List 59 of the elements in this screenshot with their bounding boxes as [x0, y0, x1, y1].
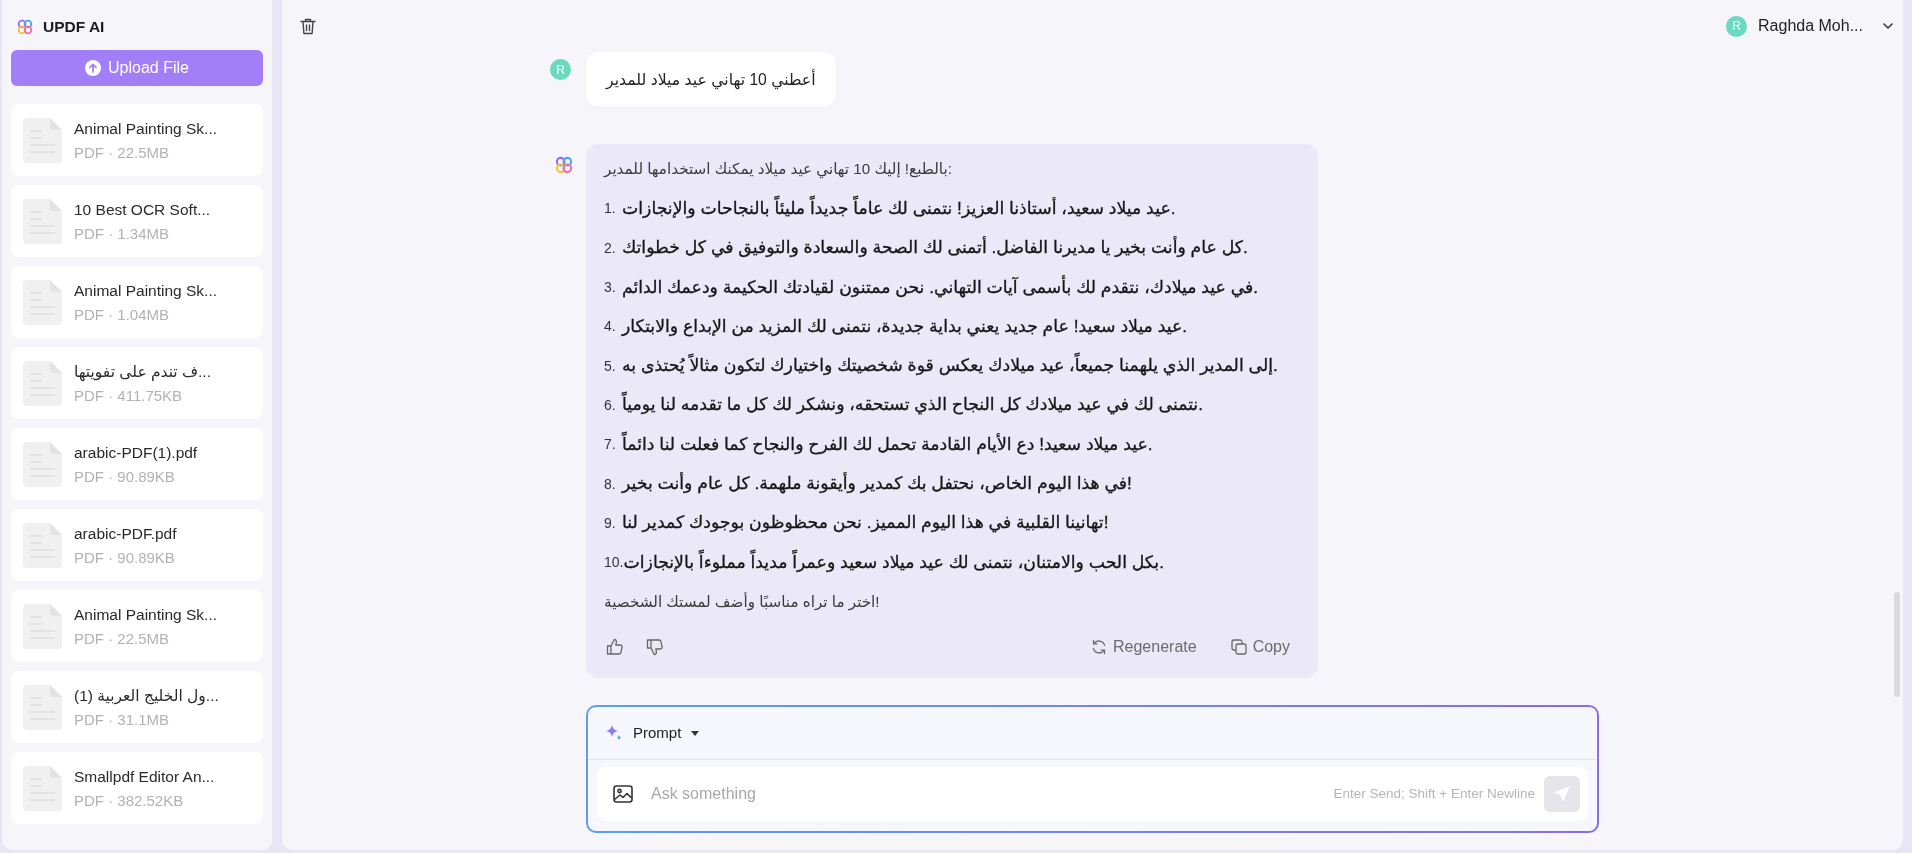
document-icon [23, 279, 62, 325]
regenerate-button[interactable]: Regenerate [1091, 634, 1197, 659]
sparkle-icon [605, 724, 623, 742]
file-card[interactable]: arabic-PDF(1).pdf PDF · 90.89KB [11, 428, 263, 500]
file-meta: PDF · 1.04MB [74, 305, 171, 324]
shortcut-hint: Enter Send; Shift + Enter Newline [1333, 784, 1535, 803]
caret-icon [691, 730, 700, 736]
document-icon [23, 198, 62, 244]
response-intro: بالطبع! إليك 10 تهاني عيد ميلاد يمكنك استخدامها للمدير: [604, 159, 953, 181]
user-message: أعطني 10 تهاني عيد ميلاد للمدير [586, 52, 836, 107]
response-outro: اختر ما تراه مناسبًا وأضف لمستك الشخصية! [604, 591, 881, 613]
file-name: arabic-PDF.pdf [74, 523, 177, 543]
document-icon [23, 765, 62, 811]
copy-icon [1230, 638, 1247, 655]
document-icon [23, 684, 62, 730]
file-meta: PDF · 31.1MB [74, 710, 171, 729]
file-name: ف تندم على تفويتها... [74, 361, 211, 381]
ask-field[interactable]: Ask something [651, 779, 1316, 809]
copy-button[interactable]: Copy [1230, 634, 1290, 659]
chevron-down-icon[interactable] [1883, 23, 1893, 29]
file-name: ول الخليج العربية (1)... [74, 685, 219, 705]
user-avatar: R [550, 59, 571, 80]
file-card[interactable]: 10 Best OCR Soft... PDF · 1.34MB [11, 185, 263, 257]
file-name: Animal Painting Sk... [74, 604, 217, 624]
thumbs-up-icon[interactable] [606, 637, 624, 656]
thumbs-down-icon[interactable] [646, 637, 664, 656]
file-meta: PDF · 90.89KB [74, 467, 176, 486]
file-name: Animal Painting Sk... [74, 118, 217, 138]
file-card[interactable]: Animal Painting Sk... PDF · 22.5MB [11, 104, 263, 176]
file-name: arabic-PDF(1).pdf [74, 442, 198, 462]
file-card[interactable]: Animal Painting Sk... PDF · 22.5MB [11, 590, 263, 662]
file-meta: PDF · 22.5MB [74, 143, 171, 162]
document-icon [23, 522, 62, 568]
app-title: UPDF AI [43, 17, 105, 38]
file-name: 10 Best OCR Soft... [74, 199, 211, 219]
refresh-icon [1091, 638, 1107, 655]
file-meta: PDF · 90.89KB [74, 548, 176, 567]
scrollbar-thumb[interactable] [1894, 592, 1900, 697]
file-meta: PDF · 1.34MB [74, 224, 171, 243]
file-name: Animal Painting Sk... [74, 280, 217, 300]
file-card[interactable]: Smallpdf Editor An... PDF · 382.52KB [11, 752, 263, 824]
document-icon [23, 360, 62, 406]
file-name: Smallpdf Editor An... [74, 766, 215, 786]
document-icon [23, 441, 62, 487]
file-card[interactable]: Animal Painting Sk... PDF · 1.04MB [11, 266, 263, 338]
document-icon [23, 603, 62, 649]
file-meta: PDF · 382.52KB [74, 791, 185, 810]
file-card[interactable]: arabic-PDF.pdf PDF · 90.89KB [11, 509, 263, 581]
file-meta: PDF · 22.5MB [74, 629, 171, 648]
upload-icon [85, 60, 102, 76]
app-logo-icon [17, 19, 33, 35]
image-icon[interactable] [613, 785, 633, 803]
user-name[interactable]: Raghda Moh... [1758, 14, 1863, 38]
assistant-logo-icon [555, 156, 573, 174]
trash-icon[interactable] [300, 17, 316, 35]
prompt-dropdown[interactable]: Prompt [605, 721, 700, 745]
file-meta: PDF · 411.75KB [74, 386, 184, 405]
document-icon [23, 117, 62, 163]
send-icon [1553, 785, 1571, 803]
